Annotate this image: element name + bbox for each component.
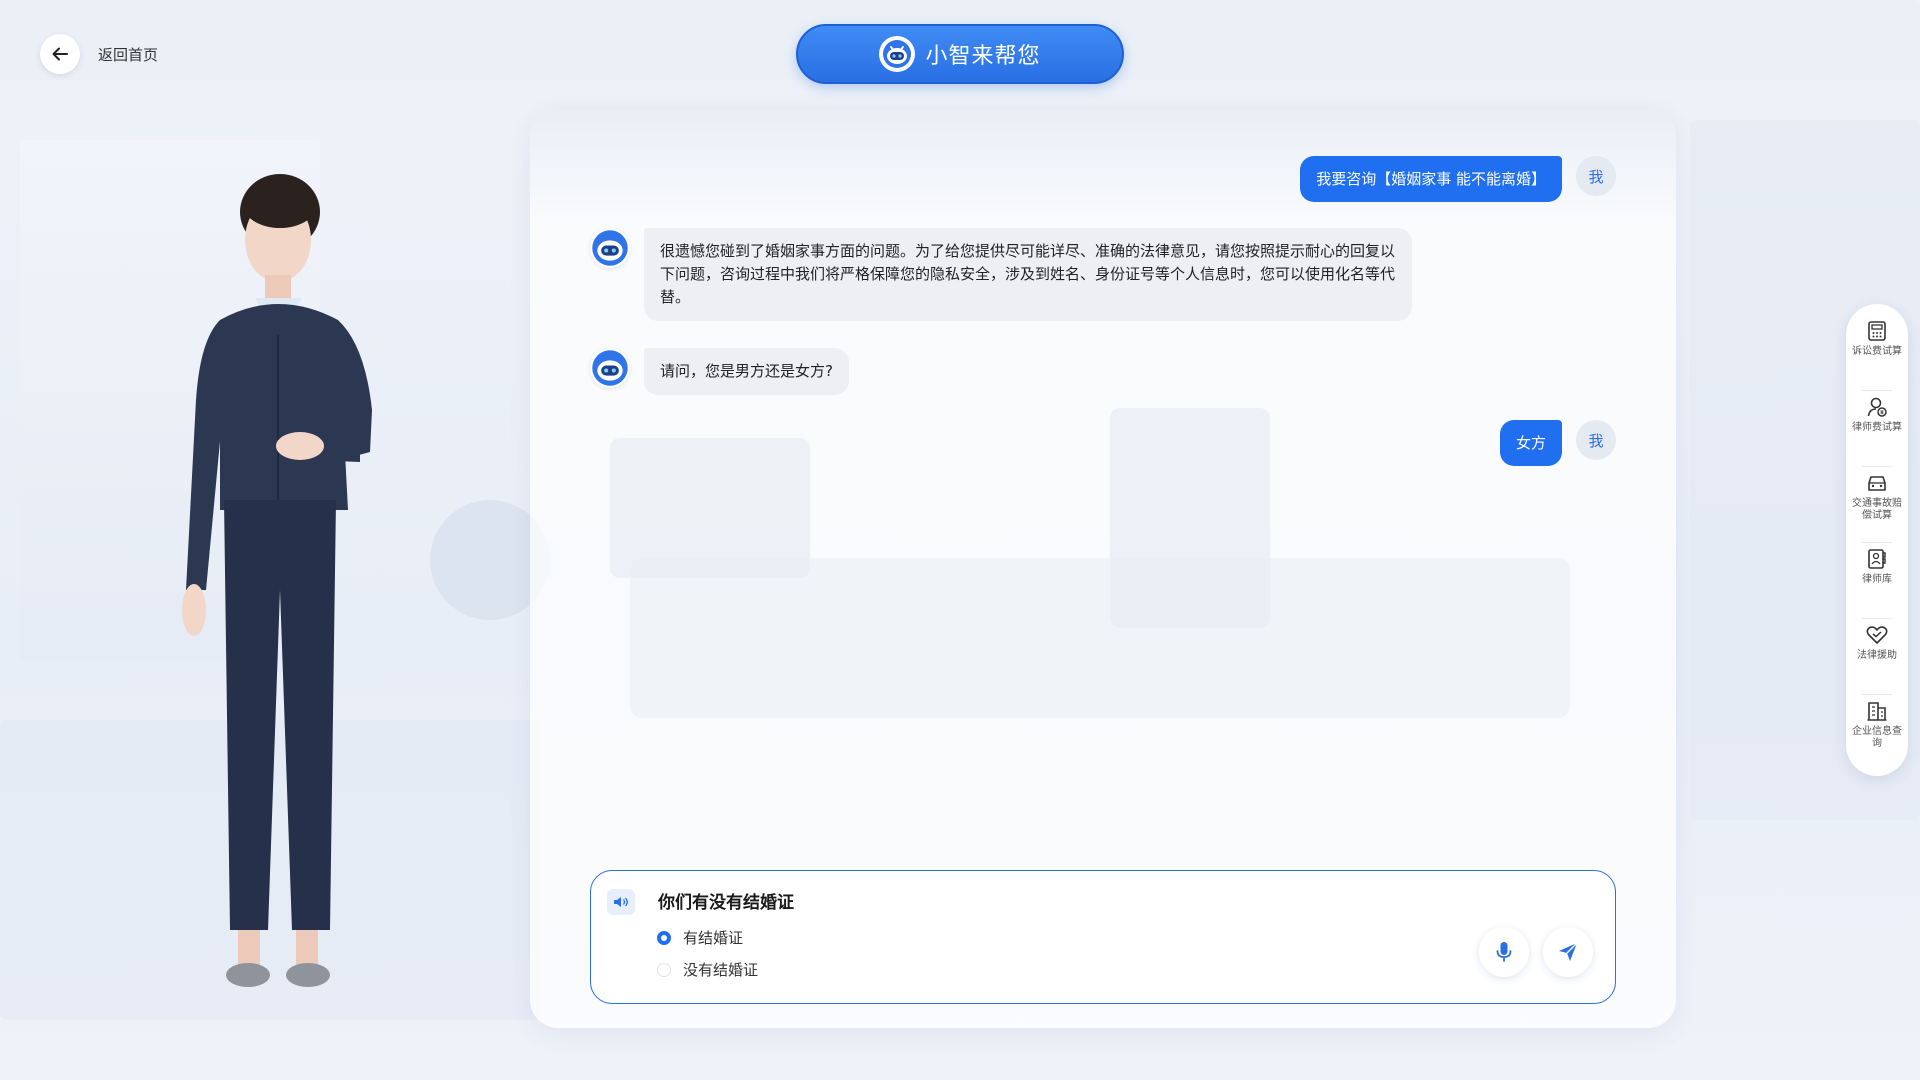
arrow-left-icon (40, 34, 80, 74)
tools-sidebar: 诉讼费试算 律师费试算 交通事故赔偿试算 律师库 法律援助 企业信息查询 (1846, 304, 1908, 776)
tool-label: 企业信息查询 (1852, 726, 1902, 749)
lawyer-book-icon (1868, 549, 1886, 569)
tool-label: 律师费试算 (1852, 422, 1902, 433)
tool-traffic-accident[interactable]: 交通事故赔偿试算 (1846, 466, 1908, 542)
calculator-icon (1868, 321, 1886, 341)
user-avatar: 我 (1576, 420, 1616, 460)
chat-message-bot: 很遗憾您碰到了婚姻家事方面的问题。为了给您提供尽可能详尽、准确的法律意见，请您按… (590, 228, 1412, 321)
car-icon (1868, 476, 1886, 491)
option-label: 有结婚证 (683, 929, 744, 947)
user-avatar: 我 (1576, 156, 1616, 196)
microphone-icon (1496, 942, 1512, 962)
robot-avatar-icon (590, 348, 630, 388)
voice-input-button[interactable] (1479, 927, 1529, 977)
user-message-bubble: 我要咨询【婚姻家事 能不能离婚】 (1300, 156, 1562, 202)
robot-avatar-icon (590, 228, 630, 268)
radio-unselected[interactable] (657, 962, 671, 977)
heart-hand-icon (1866, 626, 1888, 644)
tool-litigation-fee[interactable]: 诉讼费试算 (1846, 314, 1908, 390)
digital-human-avatar (160, 170, 400, 1010)
chat-message-user: 女方 我 (1499, 420, 1616, 466)
radio-selected[interactable] (657, 930, 671, 945)
option-no-certificate[interactable]: 没有结婚证 (657, 959, 758, 980)
answer-input-box: 你们有没有结婚证 有结婚证 没有结婚证 (590, 870, 1616, 1004)
chat-message-bot: 请问，您是男方还是女方? (590, 348, 849, 395)
tool-label: 诉讼费试算 (1852, 346, 1902, 357)
send-icon (1559, 942, 1578, 961)
back-home-label: 返回首页 (98, 45, 159, 64)
tool-legal-aid[interactable]: 法律援助 (1846, 618, 1908, 694)
bot-message-bubble: 很遗憾您碰到了婚姻家事方面的问题。为了给您提供尽可能详尽、准确的法律意见，请您按… (644, 228, 1412, 321)
option-has-certificate[interactable]: 有结婚证 (657, 927, 743, 948)
tool-label: 律师库 (1862, 574, 1892, 585)
option-label: 没有结婚证 (683, 961, 759, 979)
lawyer-fee-icon (1867, 397, 1887, 417)
building-icon (1867, 702, 1887, 721)
tool-lawyer-fee[interactable]: 律师费试算 (1846, 390, 1908, 466)
back-home-button[interactable]: 返回首页 (40, 34, 158, 74)
page-title: 小智来帮您 (925, 44, 1041, 69)
user-message-bubble: 女方 (1499, 420, 1562, 466)
bot-message-bubble: 请问，您是男方还是女方? (644, 348, 849, 395)
speaker-icon[interactable] (607, 889, 635, 915)
assistant-title-banner: 小智来帮您 (796, 24, 1124, 84)
tool-label: 交通事故赔偿试算 (1852, 498, 1902, 521)
tool-label: 法律援助 (1857, 650, 1897, 661)
question-text: 你们有没有结婚证 (658, 893, 794, 913)
tool-lawyer-library[interactable]: 律师库 (1846, 542, 1908, 618)
robot-logo-icon (879, 36, 916, 72)
tool-company-info[interactable]: 企业信息查询 (1846, 694, 1908, 770)
send-button[interactable] (1543, 927, 1593, 977)
chat-message-user: 我要咨询【婚姻家事 能不能离婚】 我 (1300, 156, 1616, 202)
